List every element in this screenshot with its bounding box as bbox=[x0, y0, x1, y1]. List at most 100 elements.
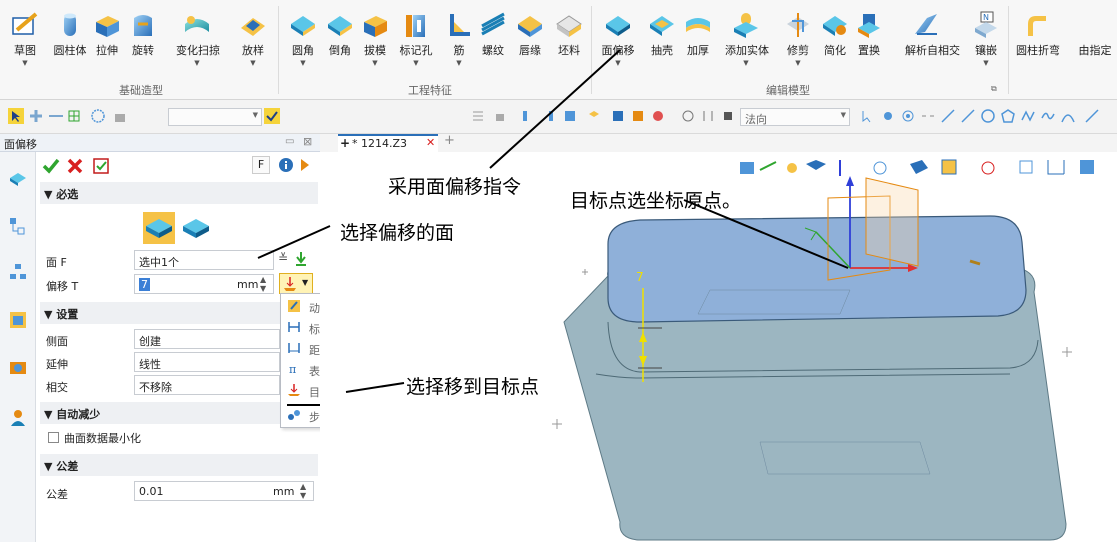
spinner-icon[interactable]: ▲ ▼ bbox=[300, 482, 306, 500]
group-separator bbox=[591, 6, 592, 94]
side-field[interactable]: 创建 bbox=[134, 329, 280, 349]
section-tolerance[interactable]: ▼ 公差 bbox=[40, 454, 318, 476]
view-top-icon[interactable] bbox=[562, 108, 578, 124]
draft-button[interactable]: 拔模 ▼ bbox=[354, 4, 396, 79]
thread-button[interactable]: 螺纹 bbox=[472, 4, 514, 79]
line-filter-icon[interactable] bbox=[48, 108, 64, 124]
hole-button[interactable]: 标记孔 ▼ bbox=[395, 4, 437, 79]
from-specified-button[interactable]: 由指定 bbox=[1073, 4, 1117, 79]
spinner-icon[interactable]: ▲ ▼ bbox=[260, 275, 266, 293]
section-required[interactable]: ▼ 必选 bbox=[40, 182, 318, 204]
draw-polygon-icon[interactable] bbox=[1000, 108, 1016, 124]
new-tab-icon[interactable]: + bbox=[444, 133, 455, 148]
view-manager-icon[interactable] bbox=[8, 310, 28, 330]
chevron-down-icon: ▼ bbox=[743, 59, 749, 67]
select-pointer-icon[interactable] bbox=[8, 108, 24, 124]
intersect-field[interactable]: 不移除 bbox=[134, 375, 280, 395]
add-icon: + bbox=[340, 136, 351, 150]
section-auto-reduce[interactable]: ▼ 自动减少 bbox=[40, 402, 318, 424]
f-button[interactable]: F bbox=[252, 156, 270, 174]
offset-options-button[interactable]: ▼ bbox=[279, 273, 313, 294]
variable-sweep-button[interactable]: 变化扫掠 ▼ bbox=[176, 4, 220, 79]
offset-field[interactable]: 7 mm ▲ ▼ bbox=[134, 274, 274, 294]
snap-icon[interactable] bbox=[680, 108, 696, 124]
thicken-label: 加厚 bbox=[687, 44, 709, 57]
history-tree-icon[interactable] bbox=[8, 216, 28, 236]
draw-arc-icon[interactable] bbox=[1060, 108, 1076, 124]
sketch-button[interactable]: 草图 ▼ bbox=[4, 4, 46, 79]
face-offset-type-a-icon[interactable] bbox=[143, 212, 175, 244]
grid-filter-icon[interactable] bbox=[66, 108, 82, 124]
view-left-icon[interactable] bbox=[520, 108, 536, 124]
minimize-checkbox[interactable] bbox=[48, 432, 59, 443]
apply-icon[interactable] bbox=[92, 157, 110, 175]
offset-unit: mm bbox=[237, 278, 259, 291]
draw-line3-icon[interactable] bbox=[1084, 108, 1100, 124]
green-arrow-icon[interactable] bbox=[294, 251, 308, 267]
emboss-button[interactable]: N 镶嵌 ▼ bbox=[965, 4, 1007, 79]
chevron-double-down-icon[interactable]: ≚ bbox=[278, 251, 288, 265]
trim-button[interactable]: 修剪 ▼ bbox=[777, 4, 819, 79]
doc-tab[interactable]: + * 1214.Z3 ✕ bbox=[338, 134, 438, 152]
draw-line-icon[interactable] bbox=[940, 108, 956, 124]
view-normal-icon[interactable] bbox=[630, 108, 646, 124]
loft-label: 放样 bbox=[242, 44, 264, 57]
fillet-label: 圆角 bbox=[292, 44, 314, 57]
face-offset-type-b-icon[interactable] bbox=[180, 212, 212, 244]
draw-line2-icon[interactable] bbox=[960, 108, 976, 124]
assembly-tree-icon[interactable] bbox=[8, 262, 28, 282]
extend-field[interactable]: 线性 bbox=[134, 352, 280, 372]
help-icon[interactable] bbox=[298, 157, 312, 173]
cancel-x-icon[interactable] bbox=[66, 157, 84, 175]
close-icon[interactable]: ⊠ bbox=[303, 135, 312, 148]
chamfer-icon bbox=[328, 16, 352, 36]
minimize-label: 曲面数据最小化 bbox=[64, 432, 141, 445]
cylinder-button[interactable]: 圆柱体 bbox=[49, 4, 91, 79]
close-tab-icon[interactable]: ✕ bbox=[426, 136, 435, 149]
revolve-button[interactable]: 旋转 bbox=[122, 4, 164, 79]
draw-point-icon[interactable] bbox=[880, 108, 896, 124]
view-iso-icon[interactable] bbox=[586, 108, 602, 124]
face-filter-icon[interactable] bbox=[112, 108, 128, 124]
dialog-launcher-icon[interactable]: ⧉ bbox=[991, 84, 997, 94]
face-offset-button[interactable]: 面偏移 ▼ bbox=[597, 4, 639, 79]
draw-circle-icon[interactable] bbox=[980, 108, 996, 124]
group-label-basic: 基础造型 bbox=[119, 84, 163, 97]
fillet-button[interactable]: 圆角 ▼ bbox=[282, 4, 324, 79]
tolerance-field[interactable]: 0.01 mm ▲ ▼ bbox=[134, 481, 314, 501]
point-filter-icon[interactable] bbox=[28, 108, 44, 124]
pick-icon[interactable] bbox=[264, 108, 280, 124]
section-settings[interactable]: ▼ 设置 bbox=[40, 302, 318, 324]
box-icon[interactable] bbox=[720, 108, 736, 124]
info-icon[interactable] bbox=[278, 157, 294, 173]
self-intersect-button[interactable]: 解析自相交 bbox=[905, 4, 960, 79]
render-icon[interactable] bbox=[8, 358, 28, 378]
draw-wave-icon[interactable] bbox=[1020, 108, 1036, 124]
restore-icon[interactable]: ▭ bbox=[285, 136, 294, 147]
filter-dropdown[interactable]: ▼ bbox=[168, 108, 262, 126]
circle-filter-icon[interactable] bbox=[90, 108, 106, 124]
cylinder-bend-button[interactable]: 圆柱折弯 bbox=[1016, 4, 1060, 79]
replace-button[interactable]: 置换 bbox=[848, 4, 890, 79]
loft-button[interactable]: 放样 ▼ bbox=[232, 4, 274, 79]
thicken-button[interactable]: 加厚 bbox=[677, 4, 719, 79]
view-orient-icon[interactable] bbox=[610, 108, 626, 124]
face-offset-icon bbox=[606, 16, 630, 36]
stock-button[interactable]: 坯料 bbox=[548, 4, 590, 79]
view-right-icon[interactable] bbox=[540, 108, 556, 124]
draw-spline-icon[interactable] bbox=[920, 108, 936, 124]
view-rotate-icon[interactable] bbox=[492, 108, 508, 124]
part-icon[interactable] bbox=[8, 168, 28, 188]
ok-check-icon[interactable] bbox=[42, 157, 60, 175]
draw-arrow-icon[interactable] bbox=[860, 108, 876, 124]
align-icon[interactable] bbox=[700, 108, 716, 124]
view-front-icon[interactable] bbox=[470, 108, 486, 124]
user-icon[interactable] bbox=[8, 408, 28, 428]
lip-button[interactable]: 唇缘 bbox=[509, 4, 551, 79]
face-field[interactable]: 选中1个 bbox=[134, 250, 274, 270]
view-direction-dropdown[interactable]: 法向 ▼ bbox=[740, 108, 850, 126]
add-solid-button[interactable]: 添加实体 ▼ bbox=[725, 4, 769, 79]
draw-curve-icon[interactable] bbox=[1040, 108, 1056, 124]
view-shade-icon[interactable] bbox=[650, 108, 666, 124]
draw-target-icon[interactable] bbox=[900, 108, 916, 124]
